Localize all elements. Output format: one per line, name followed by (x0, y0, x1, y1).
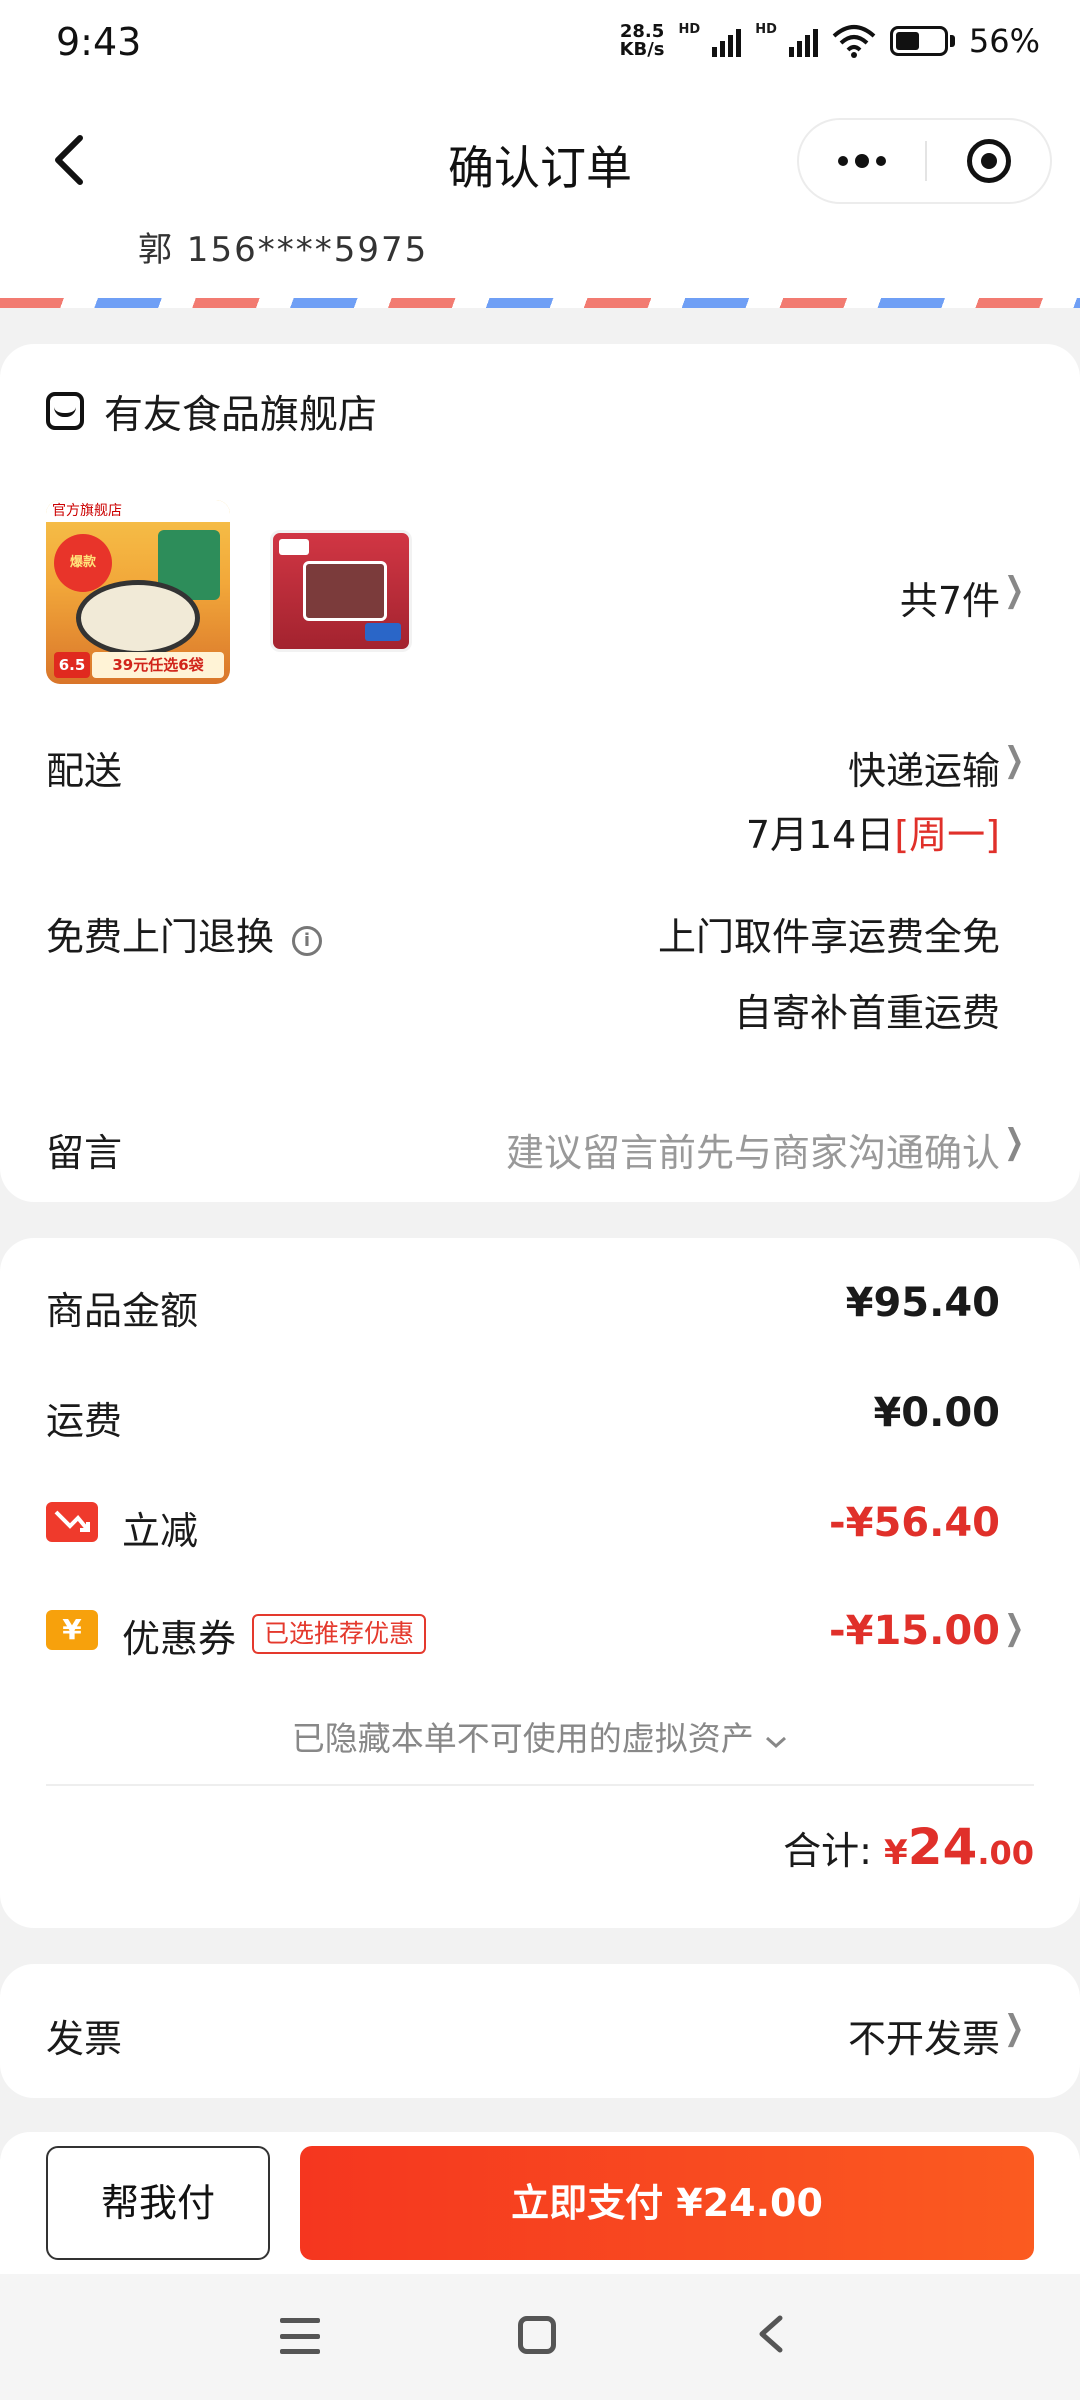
price-card: 商品金额 ¥95.40 运费 ¥0.00 立减 -¥56.40 ¥ 优惠券 已选… (0, 1238, 1080, 1928)
back-nav-icon[interactable] (750, 2312, 794, 2356)
coupon-yen-icon: ¥ (46, 1610, 98, 1650)
mini-program-capsule (797, 118, 1052, 204)
network-type-1: HD (678, 22, 701, 37)
shipping-label: 运费 (46, 1399, 123, 1443)
chevron-right-icon: ❯ (1003, 1608, 1024, 1648)
goods-amount-value: ¥95.40 (845, 1280, 1000, 1326)
return-label: 免费上门退换 (46, 915, 275, 959)
return-line-1: 上门取件享运费全免 (657, 915, 1000, 959)
chevron-right-icon: ❯ (1003, 1122, 1024, 1162)
coupon-tag: 已选推荐优惠 (252, 1614, 427, 1654)
invoice-label: 发票 (46, 2017, 123, 2061)
address-section[interactable]: 郭 156****5975 (0, 230, 1080, 300)
coupon-label: 优惠券 (122, 1617, 237, 1661)
info-icon[interactable]: i (292, 926, 323, 956)
chevron-right-icon: ❯ (1003, 570, 1024, 610)
delivery-weekday: [周一] (894, 813, 1000, 857)
invoice-value[interactable]: 不开发票 (848, 2008, 1000, 2063)
coupon-value[interactable]: -¥15.00 (829, 1608, 1000, 1654)
return-row: 免费上门退换 i (46, 906, 323, 961)
invoice-card[interactable]: 发票 不开发票 ❯ (0, 1964, 1080, 2098)
more-button[interactable] (799, 120, 925, 202)
mini-program-close-icon (966, 139, 1011, 183)
delivery-method[interactable]: 快递运输 (848, 740, 1000, 795)
message-input[interactable]: 建议留言前先与商家沟通确认 (506, 1122, 1000, 1177)
envelope-stripe (0, 298, 1080, 308)
chevron-down-icon (766, 1736, 787, 1749)
delivery-date-line: 7月14日[周一] (746, 804, 1000, 859)
shop-icon (46, 392, 84, 430)
menu-icon[interactable] (280, 2318, 320, 2354)
delivery-label: 配送 (46, 749, 123, 793)
item-count[interactable]: 共7件 (900, 570, 1000, 625)
battery-percent: 56% (968, 22, 1040, 60)
network-speed: 28.5 KB/s (619, 21, 665, 60)
wifi-icon (832, 25, 876, 58)
delivery-date: 7月14日 (745, 813, 895, 857)
status-indicators: 28.5 KB/s HD HD 56% (620, 22, 1040, 60)
more-icon (838, 156, 848, 166)
product-thumbnail-1[interactable]: 官方旗舰店 爆款 6.5 39元任选6袋 (46, 500, 230, 684)
shipping-value: ¥0.00 (873, 1390, 1000, 1436)
home-icon[interactable] (518, 2316, 556, 2354)
network-type-2: HD (755, 22, 777, 37)
status-time: 9:43 (56, 20, 142, 64)
battery-level (895, 32, 919, 50)
chevron-right-icon: ❯ (1003, 2008, 1024, 2048)
system-nav-bar (0, 2274, 1080, 2400)
nav-bar: 确认订单 (0, 90, 1080, 230)
goods-amount-label: 商品金额 (46, 1289, 199, 1333)
decrease-icon (46, 1502, 98, 1542)
chevron-right-icon: ❯ (1003, 740, 1024, 780)
return-line-2: 自寄补首重运费 (733, 991, 1000, 1035)
hidden-assets-toggle[interactable]: 已隐藏本单不可使用的虚拟资产 (0, 1712, 1080, 1760)
shop-card: 有友食品旗舰店 官方旗舰店 爆款 6.5 39元任选6袋 共7件 ❯ 配送 快递… (0, 344, 1080, 1202)
discount-label: 立减 (122, 1509, 199, 1553)
status-bar: 9:43 28.5 KB/s HD HD 56% (0, 0, 1080, 90)
bottom-action-bar: 帮我付 立即支付 ¥24.00 (0, 2132, 1080, 2274)
total-amount: 合计: ¥24.00 (783, 1818, 1034, 1876)
product-thumbnail-2[interactable] (270, 530, 412, 652)
battery-icon (889, 26, 948, 56)
shop-name[interactable]: 有友食品旗舰店 (104, 384, 377, 440)
message-label: 留言 (46, 1131, 123, 1175)
address-contact: 郭 156****5975 (138, 230, 429, 270)
discount-value: -¥56.40 (829, 1500, 1000, 1546)
close-mini-program-button[interactable] (927, 120, 1050, 202)
help-pay-button[interactable]: 帮我付 (46, 2146, 270, 2260)
divider (46, 1784, 1034, 1786)
signal-icon-2 (788, 25, 818, 57)
signal-icon-1 (712, 25, 742, 57)
total-label: 合计: (783, 1829, 872, 1873)
pay-now-button[interactable]: 立即支付 ¥24.00 (300, 2146, 1034, 2260)
